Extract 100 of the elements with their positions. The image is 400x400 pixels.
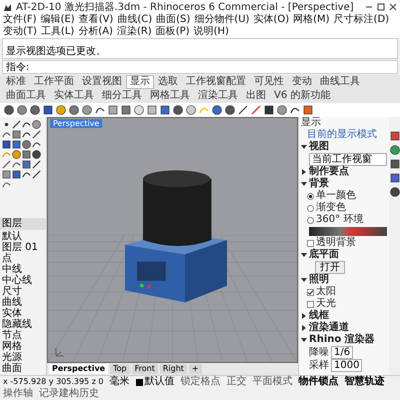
value-field[interactable]: 1/6 (331, 346, 354, 359)
radio-button[interactable] (307, 192, 314, 200)
toolbar-tab[interactable]: 细分工具 (98, 89, 146, 103)
display-mode-link[interactable]: 目前的显示模式 (307, 129, 377, 141)
command-field[interactable]: 指令: (2, 60, 398, 74)
toolbar-tab[interactable]: 曲线工具 (316, 75, 364, 89)
caret-icon[interactable] (301, 169, 307, 175)
status-toggle[interactable]: 锁定格点 (180, 376, 221, 388)
caret-icon[interactable] (301, 181, 307, 187)
menu-item[interactable]: 曲线(C) (117, 14, 152, 26)
curve-icon[interactable] (290, 105, 300, 115)
line-icon[interactable] (2, 160, 11, 169)
layer-item[interactable]: 尺寸 (2, 286, 44, 297)
current-layer[interactable]: 默认值 (144, 376, 175, 388)
point-icon[interactable] (2, 120, 11, 129)
toolbar-tab[interactable]: 出图 (242, 89, 270, 103)
toolbar-tab[interactable]: 可见性 (250, 75, 288, 89)
toolbar-tab[interactable]: 曲面工具 (2, 89, 50, 103)
menu-item[interactable]: 变动(T) (3, 26, 37, 38)
toolbar-tab[interactable]: 渲染工具 (194, 89, 242, 103)
menu-item[interactable]: 工具(L) (40, 26, 74, 38)
cube-icon[interactable] (43, 105, 53, 115)
close-icon[interactable] (389, 3, 397, 11)
caret-icon[interactable] (301, 313, 307, 319)
layer-item[interactable]: 曲面 (2, 363, 44, 374)
sphere-icon[interactable] (390, 187, 400, 197)
section-header[interactable]: 渲染通道 (309, 322, 349, 334)
menu-item[interactable]: 查看(V) (78, 14, 114, 26)
section-header[interactable]: 制作要点 (309, 166, 349, 178)
caret-icon[interactable] (301, 337, 307, 343)
toolbar-tab[interactable]: 实体工具 (50, 89, 98, 103)
toolbar-tab[interactable]: V6 的新功能 (270, 89, 334, 103)
caret-icon[interactable] (301, 252, 307, 258)
status-toggle[interactable]: 智慧轨迹 (344, 376, 385, 388)
line-icon[interactable] (32, 160, 41, 169)
layer-item[interactable]: 中心线 (2, 275, 44, 286)
section-header[interactable]: Rhino 渲染器 (309, 334, 375, 346)
checkbox[interactable] (307, 240, 314, 246)
layer-item[interactable]: 隐藏线 (2, 319, 44, 330)
environment-preview[interactable] (309, 227, 387, 236)
viewport-tab[interactable]: Front (132, 364, 158, 374)
caret-icon[interactable] (301, 144, 307, 150)
menu-item[interactable]: 细分物件(U) (194, 14, 250, 26)
layer-item[interactable]: 网格 (2, 341, 44, 352)
radio-button[interactable] (307, 216, 314, 224)
toolbar-tab[interactable]: 网格工具 (146, 89, 194, 103)
menu-item[interactable]: 尺寸标注(D) (334, 14, 390, 26)
status-toggle[interactable]: 记录建构历史 (39, 388, 99, 400)
sphere-icon[interactable] (134, 105, 144, 115)
sphere-icon[interactable] (277, 105, 287, 115)
layer-item[interactable]: 节点 (2, 330, 44, 341)
checkbox[interactable] (307, 288, 314, 296)
caret-icon[interactable] (301, 277, 307, 283)
section-header[interactable]: 底平面 (309, 249, 339, 261)
menu-item[interactable]: 实体(O) (253, 14, 290, 26)
toolbar-tab[interactable]: 选取 (154, 75, 182, 89)
menu-item[interactable]: 说明(H) (194, 26, 229, 38)
viewport-tab[interactable]: + (188, 364, 202, 374)
layer-item[interactable]: 中线 (2, 264, 44, 275)
layer-item[interactable]: 默认 (2, 231, 44, 242)
value-field[interactable]: 1000 (331, 359, 362, 372)
layer-item[interactable]: 光源 (2, 352, 44, 363)
status-toggle[interactable]: 操作轴 (3, 388, 33, 400)
cube-icon[interactable] (303, 105, 313, 115)
viewport[interactable]: Perspective (47, 117, 298, 363)
viewport-tab[interactable]: Right (160, 364, 187, 374)
menu-item[interactable]: 网格(M) (293, 14, 330, 26)
cube-icon[interactable] (264, 105, 274, 115)
status-toggle[interactable]: 物件锁点 (298, 376, 339, 388)
curve-icon[interactable] (95, 105, 105, 115)
layer-item[interactable]: 实体 (2, 308, 44, 319)
viewport-tab[interactable]: Top (110, 364, 130, 374)
viewport-title[interactable]: Perspective (50, 119, 102, 128)
layer-item[interactable]: 点 (2, 253, 44, 264)
menu-item[interactable]: 编辑(E) (40, 14, 75, 26)
toolbar-tab[interactable]: 设置视图 (78, 75, 126, 89)
radio-button[interactable] (307, 204, 314, 212)
layer-item[interactable]: 图层 01 (2, 242, 44, 253)
toolbar-tab[interactable]: 工作平面 (30, 75, 78, 89)
line-icon[interactable] (32, 170, 41, 179)
toggle-button[interactable]: 打开 (315, 261, 345, 274)
section-header[interactable]: 照明 (309, 274, 329, 286)
cube-icon[interactable] (390, 131, 400, 141)
section-header[interactable]: 线框 (309, 310, 329, 322)
menu-item[interactable]: 曲面(S) (156, 14, 190, 26)
toolbar-tab[interactable]: 变动 (288, 75, 316, 89)
layer-item[interactable]: 曲线 (2, 297, 44, 308)
section-header[interactable]: 视图 (309, 141, 329, 153)
sphere-icon[interactable] (390, 145, 400, 155)
status-toggle[interactable]: 正交 (226, 376, 247, 388)
toolbar-tab[interactable]: 标准 (2, 75, 30, 89)
menu-item[interactable]: 面板(P) (156, 26, 190, 38)
section-header[interactable]: 背景 (309, 178, 329, 190)
line-icon[interactable] (12, 120, 21, 129)
line-icon[interactable] (238, 105, 248, 115)
checkbox[interactable] (307, 300, 314, 308)
line-icon[interactable] (32, 130, 41, 139)
caret-icon[interactable] (301, 325, 307, 331)
maximize-icon[interactable] (377, 3, 385, 11)
curve-icon[interactable] (2, 130, 11, 139)
